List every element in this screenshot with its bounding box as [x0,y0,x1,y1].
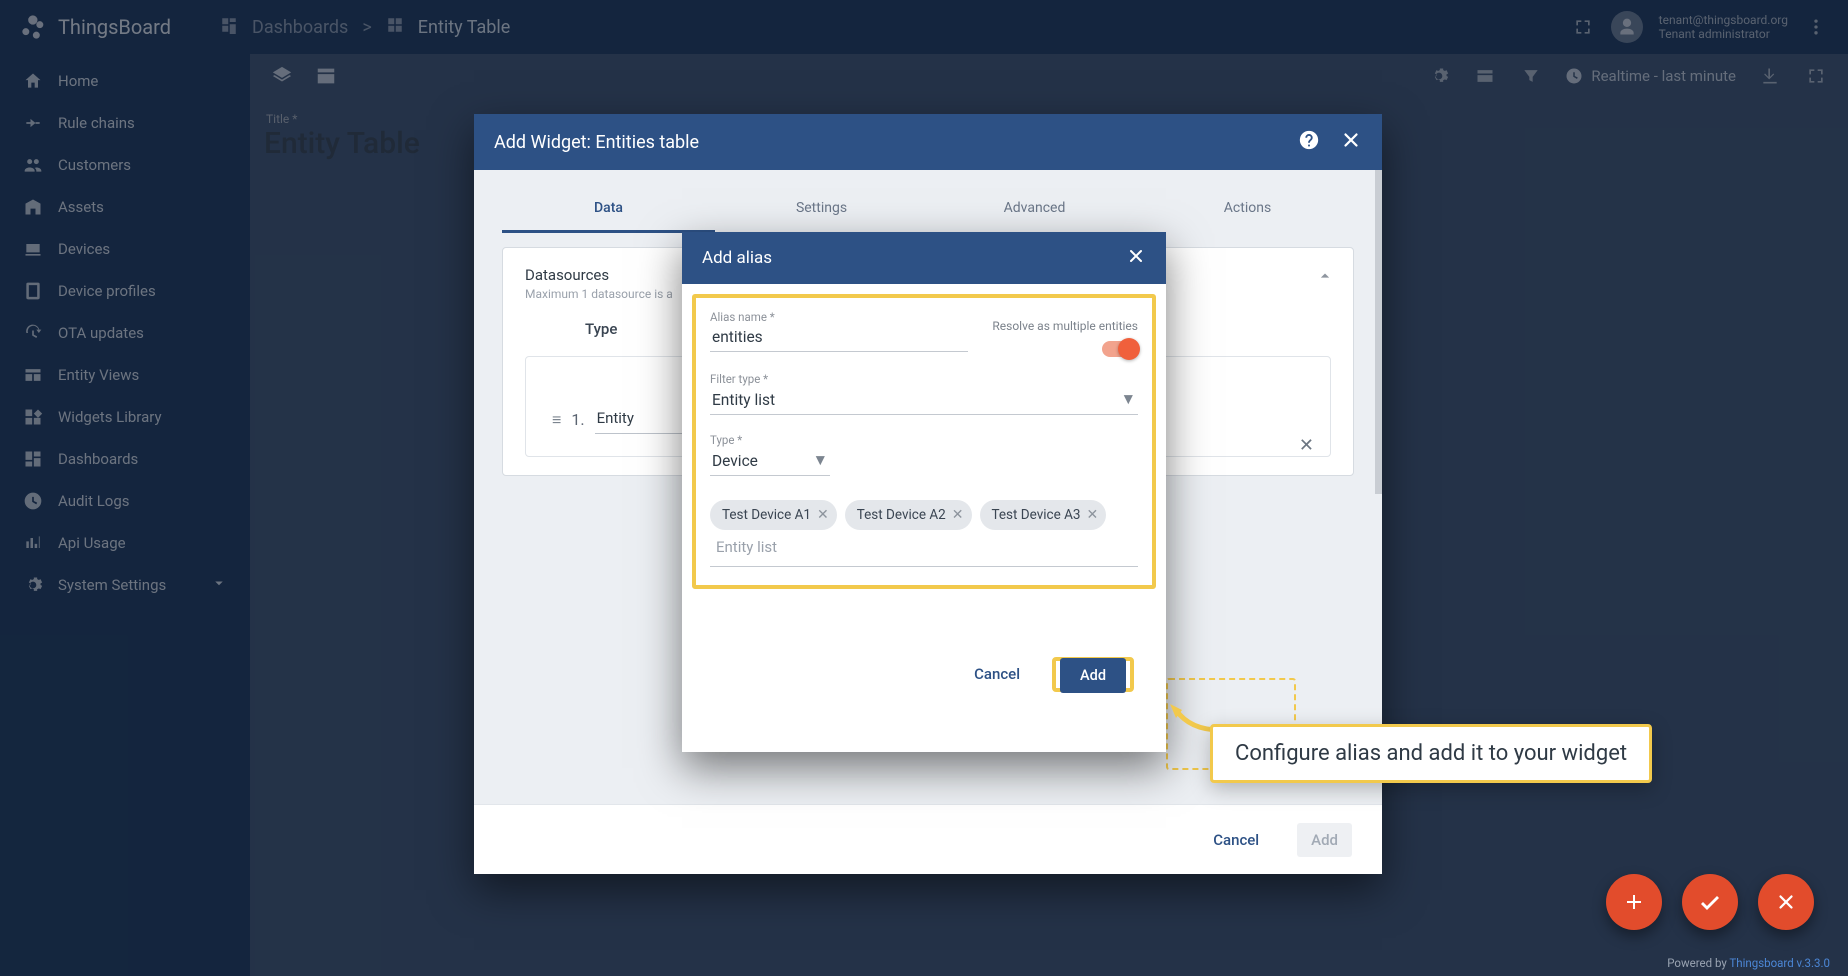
add-alias-dialog-title: Add alias [702,248,772,268]
dropdown-arrow-icon: ▼ [1121,390,1136,409]
addwidget-add-button[interactable]: Add [1297,823,1352,857]
datasource-type-select[interactable]: Entity [595,405,685,434]
footer-prefix: Powered by [1667,956,1729,970]
entity-type-label: Type * [710,433,830,447]
chip-label: Test Device A2 [857,507,946,523]
chip-label: Test Device A3 [992,507,1081,523]
chip-remove-icon[interactable]: ✕ [1087,507,1099,523]
footer-link[interactable]: Thingsboard v.3.3.0 [1729,956,1830,970]
entity-chips[interactable]: Test Device A1 ✕ Test Device A2 ✕ Test Dev… [710,494,1138,567]
drag-handle-icon[interactable]: ≡ [552,410,561,430]
chip-remove-icon[interactable]: ✕ [817,507,829,523]
add-alias-dialog: Add alias Alias name * entities Resolve … [682,232,1166,752]
annotation-tooltip: Configure alias and add it to your widge… [1210,724,1652,783]
type-column-label: Type [585,320,617,338]
fab-row [1606,874,1814,930]
alias-body: Alias name * entities Resolve as multipl… [682,284,1166,692]
alias-name-label: Alias name * [710,310,968,324]
entity-chip[interactable]: Test Device A2 ✕ [845,500,972,530]
tabs: Data Settings Advanced Actions [502,188,1354,233]
tab-advanced[interactable]: Advanced [928,188,1141,233]
alias-name-value: entities [712,328,763,346]
footer: Powered by Thingsboard v.3.3.0 [1667,956,1830,970]
close-icon[interactable] [1340,129,1362,155]
tab-settings[interactable]: Settings [715,188,928,233]
entity-type-value: Device [712,452,758,470]
entity-type-select[interactable]: Device ▼ [710,447,830,476]
fab-apply[interactable] [1682,874,1738,930]
tab-actions[interactable]: Actions [1141,188,1354,233]
add-widget-dialog-header: Add Widget: Entities table [474,114,1382,170]
add-widget-footer: Cancel Add [474,804,1382,874]
add-widget-dialog-title: Add Widget: Entities table [494,132,699,153]
row-index: 1. [571,410,584,429]
tab-data[interactable]: Data [502,188,715,233]
alias-name-input[interactable]: entities [710,324,968,352]
chip-label: Test Device A1 [722,507,811,523]
fab-cancel[interactable] [1758,874,1814,930]
annotation-text: Configure alias and add it to your widge… [1235,741,1627,766]
filter-type-label: Filter type * [710,372,1138,386]
help-icon[interactable] [1298,129,1320,155]
chevron-up-icon[interactable] [1315,266,1335,290]
alias-form-highlight: Alias name * entities Resolve as multipl… [692,294,1156,589]
dropdown-arrow-icon: ▼ [813,451,828,470]
filter-type-select[interactable]: Entity list ▼ [710,386,1138,415]
entity-chip[interactable]: Test Device A1 ✕ [710,500,837,530]
resolve-multiple-toggle[interactable] [1102,341,1138,357]
filter-type-value: Entity list [712,391,775,409]
close-icon[interactable] [1126,246,1146,270]
entity-chip[interactable]: Test Device A3 ✕ [980,500,1107,530]
entity-list-input[interactable]: Entity list [716,538,777,556]
resolve-multiple-label: Resolve as multiple entities [992,319,1138,333]
remove-datasource-icon[interactable]: ✕ [1299,435,1314,456]
chip-remove-icon[interactable]: ✕ [952,507,964,523]
fab-add[interactable] [1606,874,1662,930]
scrollbar[interactable] [1375,170,1382,494]
add-alias-dialog-header: Add alias [682,232,1166,284]
add-alias-footer: Cancel Add [692,643,1156,692]
addwidget-cancel-button[interactable]: Cancel [1199,823,1273,857]
alias-cancel-button[interactable]: Cancel [960,657,1034,692]
add-button-highlight: Add [1052,657,1134,692]
alias-add-button[interactable]: Add [1060,658,1126,693]
